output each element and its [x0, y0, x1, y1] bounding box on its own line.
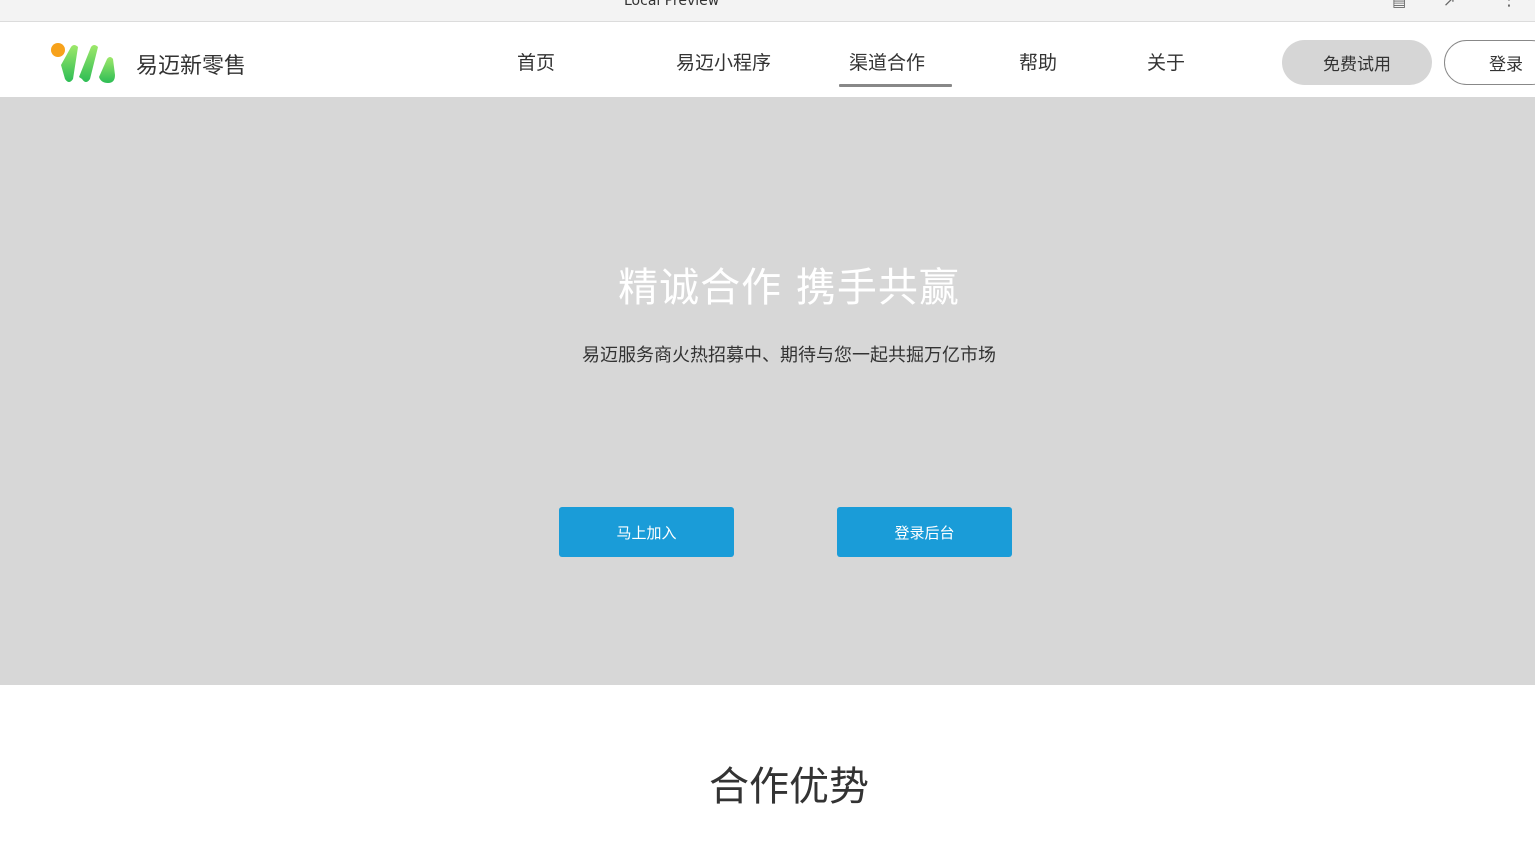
more-icon[interactable]: ⋮	[1500, 0, 1518, 9]
section-title: 合作优势	[709, 764, 869, 810]
hero-banner: 精诚合作 携手共赢 易迈服务商火热招募中、期待与您一起共掘万亿市场 马上加入 登…	[0, 97, 1535, 685]
free-trial-button[interactable]: 免费试用	[1282, 40, 1432, 85]
nav-active-indicator	[839, 84, 952, 87]
page: Local Preview ▤ ↗ ⋮ 易迈新零售 首页 易迈小程序 渠道合作 …	[0, 0, 1535, 858]
nav-about[interactable]: 关于	[1147, 48, 1185, 75]
brand-logo-icon[interactable]	[49, 41, 119, 85]
nav-mini-program[interactable]: 易迈小程序	[676, 48, 771, 75]
preview-bar: Local Preview ▤ ↗ ⋮	[0, 0, 1535, 22]
nav-channel-cooperation[interactable]: 渠道合作	[849, 48, 925, 75]
site-header: 易迈新零售 首页 易迈小程序 渠道合作 帮助 关于 免费试用 登录	[0, 22, 1535, 97]
hero-subtitle: 易迈服务商火热招募中、期待与您一起共掘万亿市场	[582, 345, 996, 366]
nav-help[interactable]: 帮助	[1019, 48, 1057, 75]
preview-title: Local Preview	[624, 0, 720, 9]
join-now-button[interactable]: 马上加入	[559, 507, 734, 557]
hero-title: 精诚合作 携手共赢	[618, 265, 960, 311]
nav-home[interactable]: 首页	[517, 48, 555, 75]
document-icon[interactable]: ▤	[1392, 0, 1406, 9]
login-button[interactable]: 登录	[1444, 40, 1535, 85]
backend-login-button[interactable]: 登录后台	[837, 507, 1012, 557]
export-icon[interactable]: ↗	[1443, 0, 1456, 9]
brand-name[interactable]: 易迈新零售	[136, 48, 246, 80]
